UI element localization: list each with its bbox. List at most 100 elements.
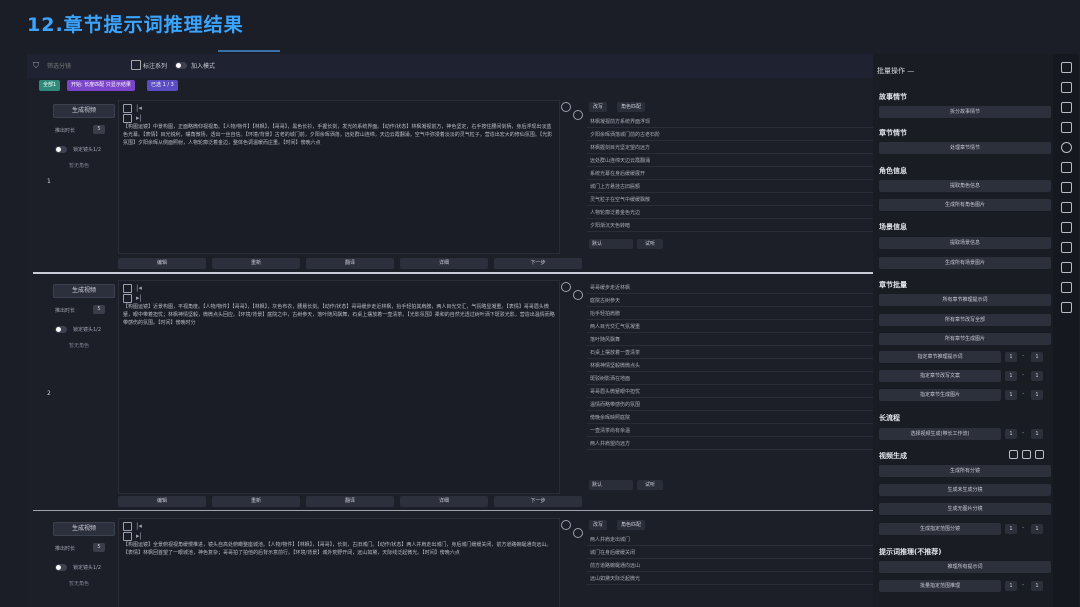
range-to[interactable]: 1 [1031,524,1043,534]
extract-scenes-button[interactable]: 提取场景信息 [879,237,1051,249]
prompt-list-item[interactable]: 庭院古树参天 [587,295,873,307]
range-to[interactable]: 1 [1031,371,1043,381]
prompt-editor[interactable]: |◂ ▸| 【构图运镜】近景构图，平视角度。【人物/物件】【哥哥】，【林枫】，灰… [118,280,560,494]
prompt-list-item[interactable]: 一壶清茶尚有余温 [587,425,873,437]
play-icon[interactable] [123,532,132,541]
generate-range-shots-button[interactable]: 生成指定范围分镜 [879,523,1001,535]
prompt-text[interactable]: 【构图运镜】中景构图，正面略微仰视视角。【人物/物件】【林枫】，【哥哥】，黑色长… [123,123,555,147]
batch-range-infer-button[interactable]: 批量指定范围推理 [879,580,1001,592]
prompt-list-item[interactable]: 傍晚余晖映照庭院 [587,412,873,424]
clip-mode-icon[interactable] [1035,450,1044,459]
rewrite-button[interactable]: 改写 [589,102,608,112]
edit-button[interactable]: 编辑 [118,258,206,269]
extract-characters-button[interactable]: 提取角色信息 [879,180,1051,192]
range-to[interactable]: 1 [1031,581,1043,591]
image-mode-icon[interactable] [1009,450,1018,459]
role-match-button[interactable]: 角色匹配 [617,520,646,530]
settings-icon[interactable] [573,110,583,120]
prompt-list-item[interactable]: 系统光幕在身后缓缓展开 [587,168,873,180]
film-icon[interactable] [1061,182,1072,193]
split-story-button[interactable]: 拆分故事情节 [879,106,1051,118]
ranged-images-button[interactable]: 指定章节生成图片 [879,389,1001,401]
voice-select[interactable]: 默认 [589,239,633,249]
infer-all-prompts-button[interactable]: 推理所有提示词 [879,561,1051,573]
all-chapter-rewrite-button[interactable]: 所有章节改写全部 [879,314,1051,326]
lock-toggle[interactable] [55,146,67,153]
play-icon[interactable] [123,114,132,123]
image-icon[interactable] [123,284,132,293]
audition-button[interactable]: 试听 [637,480,663,490]
prompt-list-item[interactable]: 人物轮廓泛着金色光边 [587,207,873,219]
next-icon[interactable]: ▸| [136,114,143,122]
toolbar-icon-1[interactable] [1061,62,1072,73]
filter-input[interactable]: 筛选分镜 [47,61,71,70]
range-to[interactable]: 1 [1031,390,1043,400]
prompt-editor[interactable]: |◂ ▸| 【构图运镜】全景俯视视角缓慢推进，镜头自高处俯瞰整座城池。【人物/物… [118,518,560,607]
next-icon[interactable]: ▸| [136,532,143,540]
music-icon[interactable] [1061,222,1072,233]
prompt-list-item[interactable]: 斑驳树影洒在地面 [587,373,873,385]
regenerate-button[interactable]: 重新 [212,258,300,269]
ranged-rewrite-button[interactable]: 指定章节改写文案 [879,370,1001,382]
refresh-icon[interactable] [561,520,571,530]
edit-button[interactable]: 编辑 [118,496,206,507]
long-flow-button[interactable]: 选择视频生成(带长工作流) [879,428,1001,440]
list-icon[interactable] [1061,302,1072,313]
ranged-infer-button[interactable]: 指定章节推理提示词 [879,351,1001,363]
range-from[interactable]: 1 [1005,429,1017,439]
range-from[interactable]: 1 [1005,524,1017,534]
generate-video-button[interactable]: 生成视频 [53,522,115,536]
settings-icon[interactable] [573,528,583,538]
voice-select[interactable]: 默认 [589,480,633,490]
chip-selected[interactable]: 已选 1 / 3 [147,80,178,91]
prompt-list-item[interactable]: 抬手轻拍肩膀 [587,308,873,320]
prompt-list-item[interactable]: 温情而略带感伤的氛围 [587,399,873,411]
prompt-list-item[interactable]: 远处群山连绵天边云霞翻涌 [587,155,873,167]
prompt-list-item[interactable]: 夕阳余晖洒落城门前的古老石阶 [587,129,873,141]
refresh-icon[interactable] [561,102,571,112]
next-step-button[interactable]: 下一步 [494,258,582,269]
prompt-list-item[interactable]: 哥哥缓步走近林枫 [587,282,873,294]
range-to[interactable]: 1 [1031,352,1043,362]
video-mode-icon[interactable] [1022,450,1031,459]
rewrite-button[interactable]: 改写 [589,520,608,530]
image-icon[interactable] [1061,82,1072,93]
detail-button[interactable]: 详细 [400,496,488,507]
prompt-list-item[interactable]: 石桌上摆放着一壶清茶 [587,347,873,359]
audition-button[interactable]: 试听 [637,239,663,249]
prompt-list-item[interactable]: 林枫神情坚毅微微点头 [587,360,873,372]
regenerate-button[interactable]: 重新 [212,496,300,507]
range-to[interactable]: 1 [1031,429,1043,439]
prompt-list-item[interactable]: 城门上方悬挂古旧匾额 [587,181,873,193]
prev-icon[interactable]: |◂ [136,104,143,112]
prompt-list-item[interactable]: 林枫握剑目光坚定望向远方 [587,142,873,154]
role-match-button[interactable]: 角色匹配 [617,102,646,112]
series-checkbox-icon[interactable] [131,60,141,70]
duration-value[interactable]: 5 [93,543,105,552]
next-step-button[interactable]: 下一步 [494,496,582,507]
next-icon[interactable]: ▸| [136,294,143,302]
refresh-icon[interactable] [561,282,571,292]
image-icon[interactable] [123,104,132,113]
edit-icon[interactable] [1061,122,1072,133]
all-chapter-images-button[interactable]: 所有章节生成图片 [879,333,1051,345]
detail-button[interactable]: 详细 [400,258,488,269]
range-from[interactable]: 1 [1005,352,1017,362]
prompt-list-item[interactable]: 城门在身后缓缓关闭 [587,547,873,559]
image-icon[interactable] [123,522,132,531]
generate-missing-shots-button[interactable]: 生成未生成分镜 [879,484,1051,496]
mic-icon[interactable] [1061,202,1072,213]
prompt-editor[interactable]: |◂ ▸| 【构图运镜】中景构图，正面略微仰视视角。【人物/物件】【林枫】，【哥… [118,100,560,254]
range-from[interactable]: 1 [1005,390,1017,400]
duration-value[interactable]: 5 [93,125,105,134]
generate-no-image-shots-button[interactable]: 生成无图片分镜 [879,503,1051,515]
mode-toggle[interactable] [175,62,187,69]
generate-video-button[interactable]: 生成视频 [53,104,115,118]
share-icon[interactable] [1061,262,1072,273]
chapter-plot-button[interactable]: 处理章节情节 [879,142,1051,154]
chip-start[interactable]: 开始: 长度匹配 只显示结果 [67,80,135,91]
translate-button[interactable]: 翻译 [306,496,394,507]
play-icon[interactable] [123,294,132,303]
prompt-list-item[interactable]: 落叶随风飘舞 [587,334,873,346]
export-icon[interactable] [1061,282,1072,293]
